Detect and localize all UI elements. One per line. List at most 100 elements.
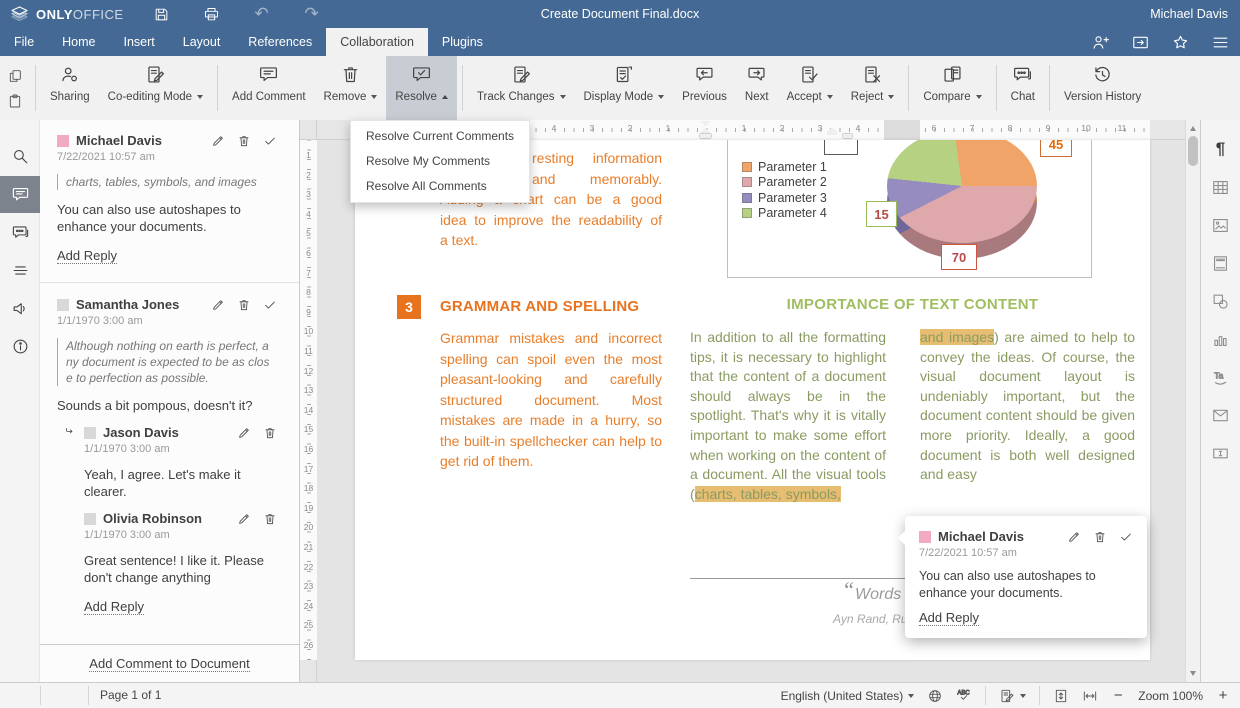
chart-settings-button[interactable] <box>1201 320 1240 358</box>
track-changes-button[interactable]: Track Changes <box>468 56 575 120</box>
reject-label: Reject <box>851 91 884 103</box>
h-ruler-number: 4 <box>552 123 557 133</box>
column-text: ) are aimed to help to convey the ideas.… <box>920 329 1135 482</box>
spellcheck-icon[interactable] <box>956 688 972 704</box>
compare-button[interactable]: Compare <box>914 56 990 120</box>
previous-change-button[interactable]: Previous <box>673 56 736 120</box>
display-mode-button[interactable]: Display Mode <box>575 56 674 120</box>
pie-label-70: 70 <box>941 244 977 270</box>
resolve-comment-icon[interactable] <box>1119 530 1133 544</box>
add-comment-to-document-link[interactable]: Add Comment to Document <box>89 656 249 672</box>
save-button[interactable] <box>150 2 174 26</box>
fit-width-icon[interactable] <box>1082 688 1098 704</box>
delete-comment-icon[interactable] <box>263 512 277 526</box>
paste-icon[interactable] <box>7 93 23 109</box>
document-language-globe-icon[interactable] <box>927 688 943 704</box>
undo-button[interactable]: ↶ <box>250 2 274 26</box>
legend-swatch-parameter-4 <box>742 208 752 218</box>
accept-button[interactable]: Accept <box>778 56 842 120</box>
edit-comment-icon[interactable] <box>237 512 251 526</box>
scroll-down-arrow[interactable] <box>1190 671 1196 676</box>
scrollbar-thumb[interactable] <box>1188 136 1198 166</box>
logo-text: ONLYOFFICE <box>36 7 124 22</box>
resolve-comment-icon[interactable] <box>263 134 277 148</box>
v-ruler-number: 23 <box>300 581 317 591</box>
print-button[interactable] <box>200 2 224 26</box>
reject-button[interactable]: Reject <box>842 56 904 120</box>
sidebar-comments-button[interactable] <box>0 176 40 213</box>
envelope-icon <box>1211 406 1230 425</box>
pie-chart-frame[interactable]: Parameter 1 Parameter 2 Parameter 3 Para… <box>727 140 1092 278</box>
add-reply-link[interactable]: Add Reply <box>57 248 117 264</box>
indent-marker[interactable] <box>843 134 852 138</box>
edit-comment-icon[interactable] <box>1067 530 1081 544</box>
add-reply-link[interactable]: Add Reply <box>919 610 979 626</box>
text-art-settings-button[interactable] <box>1201 358 1240 396</box>
vertical-scrollbar[interactable] <box>1185 120 1200 682</box>
comments-icon <box>11 185 30 204</box>
paragraph-settings-button[interactable]: ¶ <box>1201 130 1240 168</box>
favorite-star-icon[interactable] <box>1171 33 1190 52</box>
sharing-label: Sharing <box>50 91 90 103</box>
comment-date: 7/22/2021 10:57 am <box>57 151 277 163</box>
zoom-in-button[interactable]: + <box>1216 687 1230 704</box>
sidebar-search-button[interactable] <box>0 138 40 175</box>
menu-item-resolve-current-comments[interactable]: Resolve Current Comments <box>351 124 529 149</box>
copy-icon[interactable] <box>7 68 23 84</box>
shape-settings-button[interactable] <box>1201 282 1240 320</box>
menu-item-resolve-all-comments[interactable]: Resolve All Comments <box>351 174 529 199</box>
v-ruler[interactable]: 1234567891011121314151617181920212223242… <box>300 140 317 682</box>
menu-item-resolve-my-comments[interactable]: Resolve My Comments <box>351 149 529 174</box>
hamburger-menu-icon[interactable] <box>1211 33 1230 52</box>
edit-comment-icon[interactable] <box>211 134 225 148</box>
edit-comment-icon[interactable] <box>211 298 225 312</box>
fit-page-icon[interactable] <box>1053 688 1069 704</box>
scroll-up-arrow[interactable] <box>1190 126 1196 131</box>
mail-merge-button[interactable] <box>1201 396 1240 434</box>
next-change-button[interactable]: Next <box>736 56 778 120</box>
comments-divider <box>40 282 299 283</box>
add-user-icon[interactable] <box>1091 33 1110 52</box>
coediting-mode-button[interactable]: Co-editing Mode <box>99 56 212 120</box>
open-file-location-icon[interactable] <box>1131 33 1150 52</box>
track-changes-status-button[interactable] <box>999 688 1026 704</box>
tab-plugins[interactable]: Plugins <box>428 28 497 56</box>
remove-comment-button[interactable]: Remove <box>315 56 387 120</box>
delete-comment-icon[interactable] <box>1093 530 1107 544</box>
sidebar-feedback-button[interactable] <box>0 290 40 327</box>
edit-comment-icon[interactable] <box>237 426 251 440</box>
delete-comment-icon[interactable] <box>237 134 251 148</box>
resolve-button[interactable]: Resolve <box>386 56 457 120</box>
tab-file[interactable]: File <box>0 28 48 56</box>
sidebar-chat-button[interactable] <box>0 214 40 251</box>
tab-insert[interactable]: Insert <box>110 28 169 56</box>
tab-home[interactable]: Home <box>48 28 109 56</box>
chat-button[interactable]: Chat <box>1002 56 1044 120</box>
sidebar-about-button[interactable] <box>0 328 40 365</box>
display-mode-label: Display Mode <box>584 91 654 103</box>
sidebar-navigation-button[interactable] <box>0 252 40 289</box>
add-comment-button[interactable]: Add Comment <box>223 56 315 120</box>
toolbar-divider <box>462 65 463 111</box>
sharing-button[interactable]: Sharing <box>41 56 99 120</box>
delete-comment-icon[interactable] <box>237 298 251 312</box>
tab-collaboration[interactable]: Collaboration <box>326 28 428 56</box>
header-footer-settings-button[interactable] <box>1201 244 1240 282</box>
tab-layout[interactable]: Layout <box>169 28 235 56</box>
table-settings-button[interactable] <box>1201 168 1240 206</box>
version-history-button[interactable]: Version History <box>1055 56 1150 120</box>
tab-references[interactable]: References <box>234 28 326 56</box>
zoom-level-label: Zoom 100% <box>1138 689 1203 703</box>
redo-button[interactable]: ↷ <box>300 2 324 26</box>
comment-card: Michael Davis 7/22/2021 10:57 am charts,… <box>57 133 277 278</box>
left-indent-marker[interactable] <box>700 134 711 138</box>
print-icon <box>203 6 220 23</box>
text-field-settings-button[interactable] <box>1201 434 1240 472</box>
zoom-out-button[interactable]: − <box>1111 687 1125 704</box>
h-ruler-number: 9 <box>1046 123 1051 133</box>
resolve-comment-icon[interactable] <box>263 298 277 312</box>
language-selector[interactable]: English (United States) <box>781 689 915 703</box>
add-reply-link[interactable]: Add Reply <box>84 599 144 615</box>
delete-comment-icon[interactable] <box>263 426 277 440</box>
image-settings-button[interactable] <box>1201 206 1240 244</box>
